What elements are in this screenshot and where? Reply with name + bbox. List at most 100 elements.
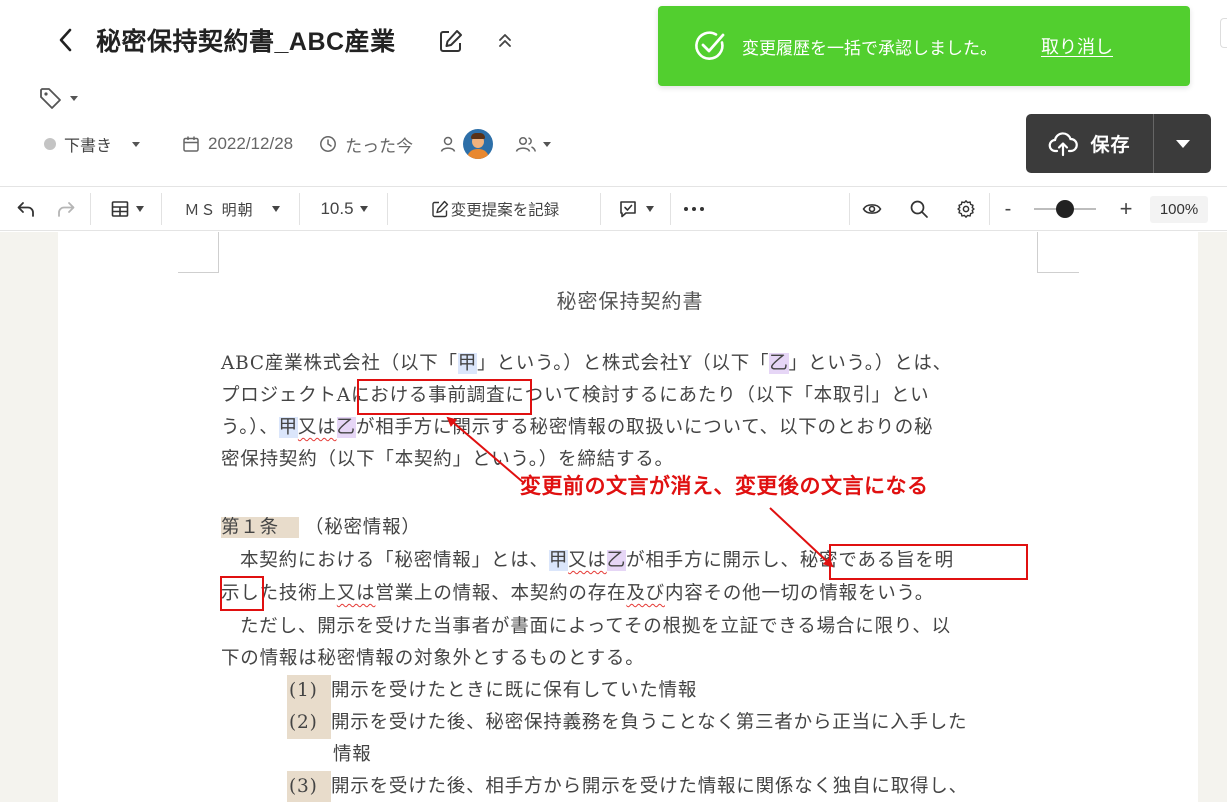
collapse-header-button[interactable]: [494, 30, 516, 52]
track-changes-button[interactable]: 変更提案を記録: [418, 187, 572, 231]
zoom-out-button[interactable]: -: [996, 187, 1020, 231]
crop-mark: [178, 272, 218, 273]
chevron-down-icon: [271, 206, 280, 212]
highlight-box: [829, 544, 1028, 580]
clock-icon: [320, 136, 337, 152]
article-subtitle: （秘密情報）: [304, 517, 421, 538]
cloud-upload-icon: [1049, 131, 1079, 156]
calendar-icon: [183, 136, 199, 152]
spellcheck-text: 又は: [297, 417, 337, 438]
redo-button[interactable]: [46, 187, 86, 231]
chevrons-up-icon: [499, 34, 511, 47]
eye-icon: [862, 204, 882, 214]
toolbar-divider: [299, 193, 300, 225]
zoom-in-button[interactable]: +: [1112, 187, 1140, 231]
toolbar-divider: [600, 193, 601, 225]
list-item-continuation: 情報: [333, 744, 372, 765]
users-icon: [515, 136, 537, 152]
text-run: 内容その他一切の情報をいう。: [664, 583, 935, 604]
highlight-box: [357, 379, 532, 415]
chevron-down-icon: [646, 206, 654, 212]
undo-button[interactable]: [6, 187, 46, 231]
toast-message: 変更履歴を一括で承認しました。: [742, 38, 997, 58]
article-1-line-4: 下の情報は秘密情報の対象外とするものとする。: [221, 648, 645, 669]
document-title: 秘密保持契約書_ABC産業: [96, 28, 396, 56]
tag-dropdown[interactable]: [38, 85, 94, 111]
chevron-down-icon: [136, 206, 144, 212]
toolbar-divider: [670, 193, 671, 225]
settings-button[interactable]: [949, 187, 983, 231]
rename-button[interactable]: [438, 28, 464, 54]
table-icon: [111, 201, 129, 217]
annotation-text: 変更前の文言が消え、変更後の文言になる: [520, 474, 929, 498]
check-circle-icon: [695, 31, 725, 60]
list-number: (1): [287, 675, 331, 707]
save-button-group: 保存: [1026, 114, 1211, 173]
toolbar-divider: [161, 193, 162, 225]
zoom-level[interactable]: 100%: [1150, 196, 1208, 223]
chevron-down-icon: [543, 141, 552, 147]
search-button[interactable]: [902, 187, 936, 231]
text-run: が相手方に開示する秘密情報の取扱いについて、以下のとおりの秘: [355, 417, 934, 438]
user-icon: [440, 136, 456, 152]
date-text: 2022/12/28: [208, 134, 294, 153]
text-run: 」という。）と株式会社Y（以下「: [477, 353, 770, 374]
avatar[interactable]: [463, 129, 494, 159]
font-size-value: 10.5: [320, 199, 354, 218]
highlight-box: [220, 576, 264, 611]
crop-mark: [218, 232, 219, 273]
font-family-select[interactable]: ＭＳ 明朝: [168, 187, 296, 231]
insert-table-dropdown[interactable]: [96, 187, 158, 231]
party-a-tag: 甲: [548, 550, 569, 571]
text-run: プロジェクトA: [221, 385, 351, 406]
text-run: た技術上: [259, 583, 337, 604]
save-button[interactable]: 保存: [1026, 114, 1154, 173]
preview-button[interactable]: [855, 187, 889, 231]
font-size-select[interactable]: 10.5: [304, 187, 384, 231]
list-item: (1) 開示を受けたときに既に保有していた情報: [287, 675, 697, 707]
article-1-line-3: ただし、開示を受けた当事者が書面によってその根拠を立証できる場合に限り、以: [240, 616, 951, 637]
save-label: 保存: [1090, 135, 1131, 156]
toolbar-divider: [387, 193, 388, 225]
chevron-down-icon: [132, 141, 141, 147]
chevron-down-icon: [70, 95, 78, 101]
toolbar-divider: [849, 193, 850, 225]
edit-icon: [440, 30, 462, 52]
more-horizontal-icon: [684, 207, 704, 211]
updated-text: たった今: [345, 136, 414, 156]
preamble-line-2: プロジェクトAにおける事前調査について検討するにあたり（以下「本取引」とい: [221, 380, 929, 412]
gear-icon: [957, 200, 975, 218]
list-item: (2) 開示を受けた後、秘密保持義務を負うことなく第三者から正当に入手した: [287, 707, 967, 739]
spellcheck-text: 及び: [626, 583, 665, 604]
tag-icon: [40, 88, 61, 109]
article-number: 第１条: [221, 517, 299, 538]
toolbar-divider: [90, 193, 91, 225]
review-dropdown[interactable]: [606, 187, 666, 231]
crop-mark: [1037, 272, 1079, 273]
crop-mark: [1037, 232, 1038, 273]
status-dropdown[interactable]: 下書き: [44, 132, 141, 156]
caret-down-icon: [1175, 139, 1190, 148]
spellcheck-text: 又は: [336, 583, 376, 604]
save-options-button[interactable]: [1154, 114, 1211, 173]
back-button[interactable]: [52, 24, 80, 56]
owner[interactable]: [439, 129, 494, 159]
collaborators-dropdown[interactable]: [515, 135, 552, 153]
side-panel-tab[interactable]: [1220, 18, 1227, 48]
zoom-slider-thumb[interactable]: [1056, 200, 1074, 218]
chevron-left-icon: [59, 28, 72, 52]
text-run: が相手方に開示し、: [626, 550, 800, 571]
party-a-tag: 甲: [278, 417, 298, 438]
undo-link[interactable]: 取り消し: [1041, 33, 1113, 59]
redo-icon: [58, 202, 75, 217]
list-item: (3) 開示を受けた後、相手方から開示を受けた情報に関係なく独自に取得し、: [287, 771, 968, 802]
article-1-title: 第１条 （秘密情報）: [221, 512, 421, 544]
list-text: 開示を受けたときに既に保有していた情報: [331, 680, 698, 701]
chevron-down-icon: [359, 206, 368, 212]
preamble-line-3: う。）、甲又は乙が相手方に開示する秘密情報の取扱いについて、以下のとおりの秘: [221, 412, 933, 444]
toast-notification: 変更履歴を一括で承認しました。 取り消し: [658, 6, 1190, 86]
document-header: 秘密保持契約書_ABC産業 下書き 2022/12/28 たった今 保存 変更履…: [0, 0, 1227, 186]
more-options-button[interactable]: [676, 187, 712, 231]
text-run: 営業上の情報、本契約の存在: [375, 583, 627, 604]
search-icon: [910, 200, 928, 218]
